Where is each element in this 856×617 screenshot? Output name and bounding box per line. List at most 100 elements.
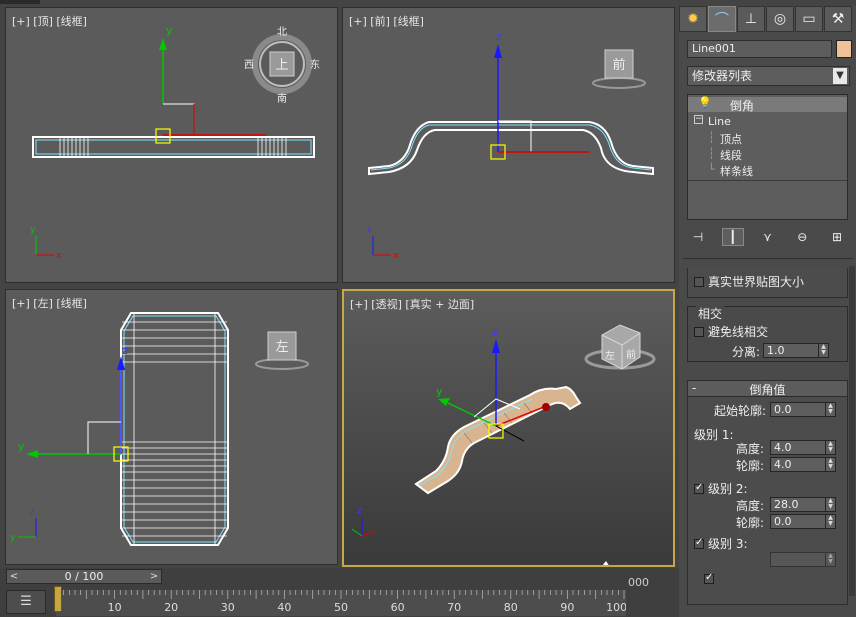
object-color-swatch[interactable]	[836, 40, 852, 58]
transform-gizmo-top[interactable]: y	[155, 24, 266, 144]
command-panel-scrollbar[interactable]	[849, 266, 855, 596]
axis-tripod-perspective: z	[351, 506, 377, 537]
make-unique-icon[interactable]: ⋎	[757, 228, 779, 246]
spinner-arrows-icon[interactable]: ▲ ▼	[825, 441, 835, 454]
remove-modifier-icon[interactable]: ⊖	[791, 228, 813, 246]
command-panel-tabs: ✹ ⌒ ⊥ ◎ ▭ ⚒	[679, 6, 856, 34]
viewport-front-label[interactable]: [+] [前] [线框]	[349, 13, 424, 29]
viewcube-perspective[interactable]: 左 前	[584, 324, 656, 370]
level3-height-spinner[interactable]: ▲ ▼	[770, 552, 836, 567]
title-strip	[0, 0, 40, 4]
axis-tripod-left: z y	[10, 507, 37, 543]
svg-text:z: z	[357, 506, 362, 516]
compass-north: 北	[277, 26, 287, 38]
cursor-icon	[602, 561, 609, 565]
configure-sets-icon[interactable]: ⊞	[826, 228, 848, 246]
svg-text:x: x	[393, 251, 399, 261]
handle-object-front[interactable]	[368, 121, 654, 176]
level3-extra-option[interactable]	[704, 572, 718, 586]
real-world-map-size-checkbox[interactable]	[694, 277, 704, 287]
intersections-title: 相交	[696, 305, 725, 322]
collapse-icon[interactable]: −	[694, 115, 703, 124]
viewport-perspective-label[interactable]: [+] [透视] [真实 + 边面]	[350, 296, 474, 312]
stack-item-spline[interactable]: └ 样条线	[688, 163, 847, 178]
level3-checkbox[interactable]	[694, 537, 704, 549]
level3-option[interactable]: 级别 3:	[694, 535, 748, 552]
level2-height-spinner[interactable]: 28.0 ▲ ▼	[770, 497, 836, 512]
compass-west: 西	[244, 60, 254, 71]
hierarchy-tab[interactable]: ⊥	[737, 6, 765, 32]
viewcube-top-label: 上	[275, 58, 288, 73]
current-frame-marker[interactable]	[54, 586, 62, 612]
spinner-arrows-icon[interactable]: ▲ ▼	[825, 498, 835, 511]
viewport-top-label[interactable]: [+] [顶] [线框]	[12, 13, 87, 29]
handle-object-top[interactable]	[32, 136, 315, 158]
modify-tab[interactable]: ⌒	[708, 6, 736, 32]
spinner-arrows-icon[interactable]: ▲ ▼	[818, 344, 828, 357]
parameters-rollout: 真实世界贴图大小	[687, 268, 848, 298]
level3-extra-checkbox[interactable]	[704, 572, 714, 584]
spinner-arrows-icon[interactable]: ▲ ▼	[825, 458, 835, 471]
handle-object-left[interactable]	[120, 312, 229, 546]
level2-option[interactable]: 级别 2:	[694, 480, 748, 497]
level1-outline-spinner[interactable]: 4.0 ▲ ▼	[770, 457, 836, 472]
stack-item-bevel[interactable]: 💡 倒角	[688, 96, 847, 113]
show-end-result-icon[interactable]: ┃	[721, 228, 744, 246]
stack-item-vertex[interactable]: ┆ 顶点	[688, 131, 847, 146]
modifier-stack: 💡 倒角 − Line ┆ 顶点 ┆ 线段 └ 样条线	[687, 94, 848, 220]
level2-checkbox[interactable]	[694, 482, 704, 494]
transform-gizmo-left[interactable]: z y	[18, 344, 129, 462]
ruler-tick-label: 50	[334, 601, 348, 614]
avoid-line-intersections-checkbox[interactable]	[694, 327, 704, 337]
real-world-map-size-option[interactable]: 真实世界贴图大小	[694, 273, 804, 290]
viewport-top-canvas: 上 北 南 东 西 y y x	[30, 24, 320, 261]
level1-height-spinner[interactable]: 4.0 ▲ ▼	[770, 440, 836, 455]
stack-item-line[interactable]: − Line	[688, 115, 847, 130]
viewport-front[interactable]: [+] [前] [线框] 前 z z x	[342, 7, 675, 283]
chevron-left-icon[interactable]: <	[7, 570, 21, 583]
transform-gizmo-perspective[interactable]: z y	[436, 325, 550, 442]
start-outline-label: 起始轮廓:	[714, 404, 767, 418]
stack-item-segment[interactable]: ┆ 线段	[688, 147, 847, 162]
viewcube-top[interactable]: 上 北 南 东 西	[244, 26, 320, 105]
3dsmax-window: [+] [顶] [线框] 上 北 南 东 西 y y x [+] [前] [线框…	[0, 0, 856, 617]
viewport-top[interactable]: [+] [顶] [线框] 上 北 南 东 西 y y x	[5, 7, 338, 283]
object-name-input[interactable]: Line001	[687, 40, 832, 58]
track-view-icon[interactable]: ☰	[6, 590, 46, 614]
display-tab[interactable]: ▭	[795, 6, 823, 32]
modifier-list-dropdown[interactable]: 修改器列表 ▼	[687, 66, 850, 86]
handle-object-perspective[interactable]	[414, 385, 582, 495]
axis-tripod-front: z x	[367, 225, 399, 261]
level2-outline-spinner[interactable]: 0.0 ▲ ▼	[770, 514, 836, 529]
viewport-left-label[interactable]: [+] [左] [线框]	[12, 295, 87, 311]
spinner-arrows-icon[interactable]: ▲ ▼	[825, 515, 835, 528]
svg-text:z: z	[367, 225, 372, 235]
ruler-tick-label: 30	[220, 601, 235, 614]
viewport-perspective-canvas: 左 前 z y z	[351, 324, 656, 565]
lightbulb-icon[interactable]: 💡	[698, 96, 712, 109]
pin-stack-icon[interactable]: ⊣	[687, 228, 709, 246]
avoid-line-intersections-option[interactable]: 避免线相交	[694, 323, 768, 340]
create-tab[interactable]: ✹	[679, 6, 707, 32]
svg-text:y: y	[18, 440, 25, 453]
svg-text:y: y	[436, 385, 443, 398]
compass-east: 东	[310, 58, 320, 71]
viewcube-front[interactable]: 前	[592, 49, 646, 89]
viewport-left[interactable]: [+] [左] [线框] 左 z y z y	[5, 289, 338, 565]
bevel-values-title[interactable]: - 倒角值	[688, 381, 847, 397]
intersections-group: 相交 避免线相交 分离: 1.0 ▲ ▼	[687, 305, 848, 362]
ruler-tick-label: 100	[606, 601, 628, 614]
viewport-perspective[interactable]: [+] [透视] [真实 + 边面] 左 前 z y z	[342, 289, 675, 567]
frame-ruler[interactable]: 10 20 30 40 50 60 70 80 90 100	[56, 590, 628, 616]
separation-spinner[interactable]: 1.0 ▲ ▼	[763, 343, 829, 358]
chevron-right-icon[interactable]: >	[147, 570, 161, 583]
start-outline-spinner[interactable]: 0.0 ▲ ▼	[770, 402, 836, 417]
viewcube-left[interactable]: 左	[255, 331, 309, 370]
motion-tab[interactable]: ◎	[766, 6, 794, 32]
time-slider[interactable]: < 0 / 100 >	[6, 569, 162, 584]
chevron-down-icon: ▼	[833, 68, 847, 84]
transform-gizmo-front[interactable]: z	[490, 30, 589, 160]
spinner-arrows-icon[interactable]: ▲ ▼	[825, 403, 835, 416]
utilities-tab[interactable]: ⚒	[824, 6, 852, 32]
spinner-arrows-icon[interactable]: ▲ ▼	[825, 553, 835, 566]
